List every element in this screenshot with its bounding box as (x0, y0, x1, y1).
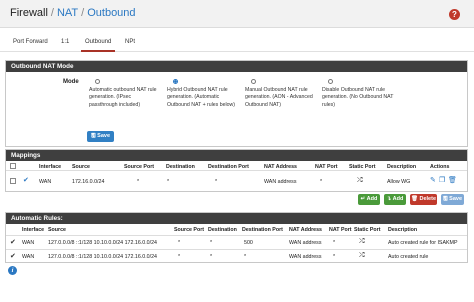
radio-hybrid[interactable] (173, 79, 178, 84)
cell-destination: * (210, 240, 213, 246)
mappings-panel: Mappings Interface Source Source Port De… (5, 149, 468, 192)
col-destination-port: Destination Port (242, 227, 283, 233)
tab-outbound[interactable]: Outbound (81, 34, 116, 52)
cell-interface: WAN (22, 254, 35, 260)
breadcrumb-separator: / (81, 7, 85, 19)
save-label: Save (97, 133, 111, 139)
panel-title: Automatic Rules: (6, 213, 467, 224)
cell-source: 172.16.0.0/24 (72, 179, 105, 185)
arrow-down-icon: ↴ (386, 196, 392, 202)
add-top-button[interactable]: ↵ Add (358, 194, 380, 205)
cell-nat-address: WAN address (289, 240, 322, 246)
shuffle-icon: ⤮ (359, 252, 365, 259)
trash-icon: 🗑 (410, 196, 418, 202)
cell-nat-port: * (333, 254, 336, 260)
cell-nat-port: * (320, 179, 323, 185)
nat-tabs: Port Forward 1:1 Outbound NPt (0, 34, 474, 52)
cell-source: 127.0.0.0/8 ::1/128 10.10.0.0/24 172.16.… (48, 240, 157, 246)
automatic-rules-panel: Automatic Rules: Interface Source Source… (5, 212, 468, 263)
add-bottom-label: Add (392, 196, 404, 202)
shuffle-icon: ⤮ (359, 238, 365, 245)
delete-label: Delete (419, 196, 437, 202)
select-all-checkbox[interactable] (10, 163, 16, 169)
col-description: Description (388, 227, 418, 233)
enabled-check-icon: ✔ (23, 177, 29, 184)
col-static-port: Static Port (354, 227, 381, 233)
table-row[interactable]: ✔ WAN 172.16.0.0/24 * * * WAN address * … (6, 171, 467, 191)
save-icon: 🖫 (442, 196, 448, 202)
cell-destination-port: * (215, 179, 218, 185)
cell-interface: WAN (22, 240, 35, 246)
cell-source: 127.0.0.0/8 ::1/128 10.10.0.0/24 172.16.… (48, 254, 157, 260)
tab-port-forward[interactable]: Port Forward (9, 34, 52, 52)
delete-button[interactable]: 🗑 Delete (410, 194, 437, 205)
breadcrumb-separator: / (50, 7, 54, 19)
col-nat-port: NAT Port (329, 227, 352, 233)
cell-description: Allow WG (387, 179, 411, 185)
cell-source-port: * (178, 254, 181, 260)
enabled-check-icon: ✔ (10, 239, 16, 246)
table-row: ✔ WAN 127.0.0.0/8 ::1/128 10.10.0.0/24 1… (6, 250, 467, 263)
outbound-nat-mode-panel: Outbound NAT Mode Mode Automatic outboun… (5, 60, 468, 147)
cell-nat-address: WAN address (289, 254, 322, 260)
cell-destination: * (167, 179, 170, 185)
col-source-port: Source Port (174, 227, 205, 233)
mappings-header-row: Interface Source Source Port Destination… (6, 161, 467, 170)
cell-interface: WAN (39, 179, 52, 185)
col-source: Source (48, 227, 66, 233)
mappings-save-button[interactable]: 🖫 Save (441, 194, 464, 205)
radio-disable[interactable] (328, 79, 333, 84)
cell-nat-address: WAN address (264, 179, 297, 185)
col-destination: Destination (208, 227, 237, 233)
arrow-up-icon: ↵ (360, 196, 366, 202)
top-bar: Firewall / NAT / Outbound ? (0, 0, 474, 28)
add-top-label: Add (366, 196, 378, 202)
radio-automatic[interactable] (95, 79, 100, 84)
cell-description: Auto created rule for ISAKMP (388, 240, 458, 246)
table-row: ✔ WAN 127.0.0.0/8 ::1/128 10.10.0.0/24 1… (6, 236, 467, 249)
help-icon[interactable]: ? (449, 9, 460, 20)
option-disable-text: Disable Outbound NAT rule generation. (N… (322, 87, 394, 108)
breadcrumb-firewall[interactable]: Firewall (10, 7, 48, 19)
shuffle-icon: ⤮ (357, 177, 363, 184)
panel-title: Mappings (6, 150, 467, 161)
mode-label: Mode (63, 79, 79, 85)
tab-npt[interactable]: NPt (121, 34, 139, 52)
col-nat-address: NAT Address (289, 227, 322, 233)
option-automatic-text: Automatic outbound NAT rule generation. … (89, 87, 157, 108)
cell-source-port: * (178, 240, 181, 246)
option-manual-text: Manual Outbound NAT rule generation. (AO… (245, 87, 313, 108)
enabled-check-icon: ✔ (10, 253, 16, 260)
cell-destination-port: 500 (244, 240, 253, 246)
col-interface: Interface (22, 227, 45, 233)
tab-one-to-one[interactable]: 1:1 (57, 34, 73, 52)
row-checkbox[interactable] (10, 178, 16, 184)
option-hybrid-text: Hybrid Outbound NAT rule generation. (Au… (167, 87, 236, 108)
breadcrumb: Firewall / NAT / Outbound (10, 7, 136, 19)
cell-destination-port: * (244, 254, 247, 260)
copy-icon[interactable]: ❐ (439, 176, 445, 184)
panel-title: Outbound NAT Mode (6, 61, 467, 72)
save-label: Save (449, 196, 463, 202)
cell-source-port: * (137, 179, 140, 185)
cell-description: Auto created rule (388, 254, 429, 260)
mode-save-button[interactable]: 🖫 Save (87, 131, 114, 142)
breadcrumb-outbound[interactable]: Outbound (87, 7, 135, 19)
radio-manual[interactable] (251, 79, 256, 84)
cell-nat-port: * (333, 240, 336, 246)
auto-rules-header-row: Interface Source Source Port Destination… (6, 224, 467, 234)
cell-destination: * (210, 254, 213, 260)
breadcrumb-nat[interactable]: NAT (57, 7, 78, 19)
add-bottom-button[interactable]: ↴ Add (384, 194, 406, 205)
save-icon: 🖫 (90, 133, 96, 139)
trash-icon[interactable]: 🗑 (448, 176, 457, 184)
info-icon[interactable]: i (8, 266, 17, 275)
edit-pencil-icon[interactable]: ✎ (430, 176, 436, 184)
